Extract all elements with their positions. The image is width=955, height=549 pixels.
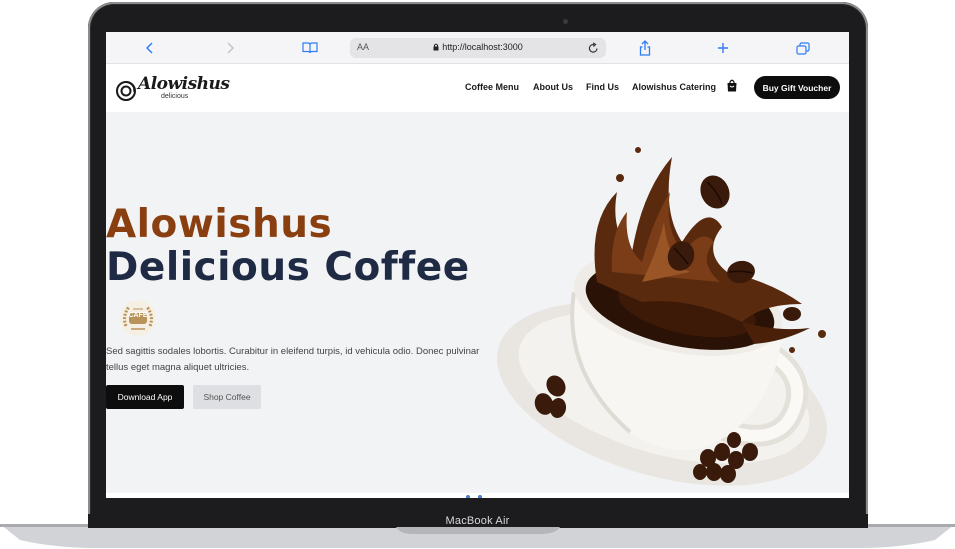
device-label: MacBook Air: [445, 515, 510, 527]
nav-label[interactable]: About Us: [533, 82, 573, 92]
carousel-dot[interactable]: [478, 495, 482, 498]
plus-icon[interactable]: [717, 39, 729, 57]
url-text: http://localhost:3000: [442, 42, 523, 52]
url-display: http://localhost:3000: [350, 42, 606, 52]
hero-description: Sed sagittis sodales lobortis. Curabitur…: [106, 346, 480, 373]
logo-wordmark: Alowishus: [138, 74, 230, 94]
site-header: Alowishus delicious Coffee Menu About Us…: [106, 64, 849, 112]
chevron-left-icon[interactable]: [146, 39, 154, 57]
reload-icon[interactable]: [588, 41, 599, 59]
logo-subtitle: delicious: [161, 93, 189, 100]
shop-coffee-button[interactable]: Shop Coffee: [193, 385, 261, 409]
nav-coffee-menu[interactable]: Coffee Menu: [465, 82, 519, 92]
nav-label[interactable]: Alowishus Catering: [632, 82, 716, 92]
site-logo[interactable]: Alowishus delicious: [114, 71, 230, 105]
address-bar[interactable]: AA http://localhost:3000: [350, 38, 606, 58]
book-icon[interactable]: [302, 39, 318, 57]
logo-swirl-icon: [116, 81, 136, 101]
download-app-button[interactable]: Download App: [106, 385, 184, 409]
cafe-badge: CAFE: [118, 298, 158, 338]
nav-label[interactable]: Coffee Menu: [465, 82, 519, 92]
tabs-icon[interactable]: [796, 39, 810, 57]
lock-icon: [433, 43, 439, 51]
browser-toolbar: AA http://localhost:3000: [106, 32, 849, 64]
chevron-right-icon[interactable]: [226, 39, 234, 57]
badge-label: CAFE: [128, 312, 148, 319]
nav-catering[interactable]: Alowishus Catering: [632, 82, 716, 92]
hero-title-line2: Delicious Coffee: [106, 245, 470, 290]
coffee-cup-splash-image: [497, 147, 827, 486]
buy-gift-voucher-button[interactable]: Buy Gift Voucher: [754, 76, 840, 99]
carousel-dot[interactable]: [466, 495, 470, 498]
nav-about-us[interactable]: About Us: [533, 82, 573, 92]
share-icon[interactable]: [639, 39, 651, 57]
camera: [563, 19, 568, 24]
hero-title-line1: Alowishus: [106, 202, 333, 247]
nav-find-us[interactable]: Find Us: [586, 82, 619, 92]
screen: AA http://localhost:3000 Alowishus delic…: [106, 32, 849, 498]
shopping-bag-icon[interactable]: [726, 79, 738, 97]
nav-label[interactable]: Find Us: [586, 82, 619, 92]
